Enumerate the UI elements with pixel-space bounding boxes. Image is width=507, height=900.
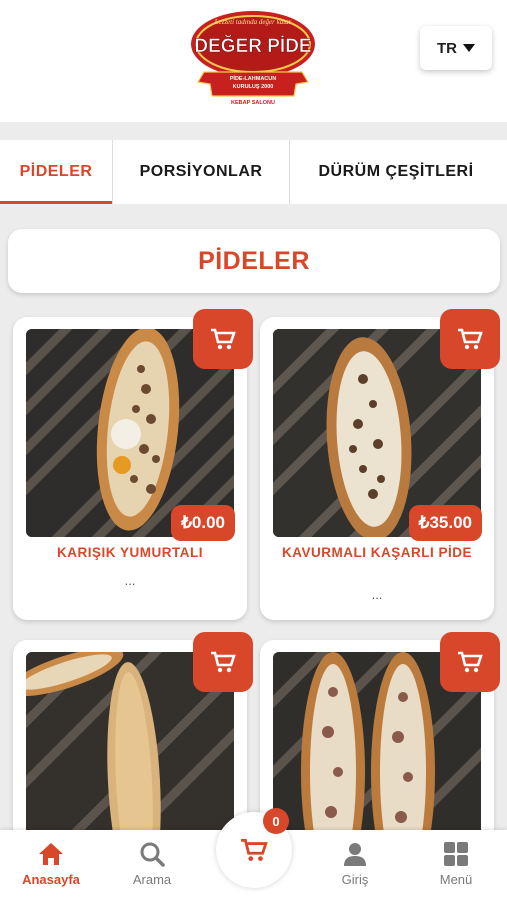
svg-text:KURULUŞ 2000: KURULUŞ 2000 xyxy=(233,84,274,90)
home-icon xyxy=(39,843,63,865)
nav-search-label: Arama xyxy=(132,872,172,887)
product-description: ... xyxy=(371,587,383,602)
language-label: TR xyxy=(437,39,457,57)
grid-icon xyxy=(444,842,468,866)
nav-login-label: Giriş xyxy=(341,872,369,887)
cart-icon xyxy=(458,651,483,673)
product-card[interactable]: ₺0.00 KARIŞIK YUMURTALI ... xyxy=(13,309,253,620)
category-tabs: PİDELER PORSİYONLAR DÜRÜM ÇEŞİTLERİ xyxy=(0,140,507,204)
search-icon xyxy=(140,842,165,867)
tab-durum-cesitleri[interactable]: DÜRÜM ÇEŞİTLERİ xyxy=(290,140,502,204)
nav-menu[interactable]: Menü xyxy=(416,840,496,887)
add-to-cart-button[interactable] xyxy=(193,309,253,369)
cart-count-badge: 0 xyxy=(263,808,289,834)
language-selector[interactable]: TR xyxy=(420,26,492,70)
cart-icon xyxy=(458,328,483,350)
svg-text:PİDE-LAHMACUN: PİDE-LAHMACUN xyxy=(230,75,276,82)
brand-logo[interactable]: Lezzeti tadında değer katar DEĞER PİDE P… xyxy=(186,4,320,108)
section-title: PİDELER xyxy=(8,229,500,293)
tab-pideler[interactable]: PİDELER xyxy=(0,140,112,204)
product-description: ... xyxy=(124,573,136,588)
nav-search[interactable]: Arama xyxy=(112,840,192,887)
nav-home-label: Anasayfa xyxy=(22,872,80,887)
svg-text:Lezzeti tadında değer katar: Lezzeti tadında değer katar xyxy=(214,18,292,26)
tab-porsiyonlar[interactable]: PORSİYONLAR xyxy=(113,140,289,204)
user-icon xyxy=(344,843,366,866)
header: Lezzeti tadında değer katar DEĞER PİDE P… xyxy=(0,0,507,122)
product-card[interactable]: ₺35.00 KAVURMALI KAŞARLI PİDE ... xyxy=(260,309,500,620)
cart-icon xyxy=(211,328,236,350)
svg-text:DEĞER PİDE: DEĞER PİDE xyxy=(194,35,311,57)
add-to-cart-button[interactable] xyxy=(440,309,500,369)
price-badge: ₺35.00 xyxy=(408,505,482,541)
cart-icon xyxy=(211,651,236,673)
add-to-cart-button[interactable] xyxy=(440,632,500,692)
add-to-cart-button[interactable] xyxy=(193,632,253,692)
svg-text:KEBAP SALONU: KEBAP SALONU xyxy=(231,100,275,106)
nav-menu-label: Menü xyxy=(439,872,473,887)
caret-down-icon xyxy=(463,44,475,52)
product-name: KARIŞIK YUMURTALI xyxy=(57,545,203,560)
product-name: KAVURMALI KAŞARLI PİDE xyxy=(281,545,472,560)
price-badge: ₺0.00 xyxy=(171,505,235,541)
nav-login[interactable]: Giriş xyxy=(315,840,395,887)
nav-home[interactable]: Anasayfa xyxy=(11,840,91,887)
cart-icon xyxy=(241,838,268,861)
